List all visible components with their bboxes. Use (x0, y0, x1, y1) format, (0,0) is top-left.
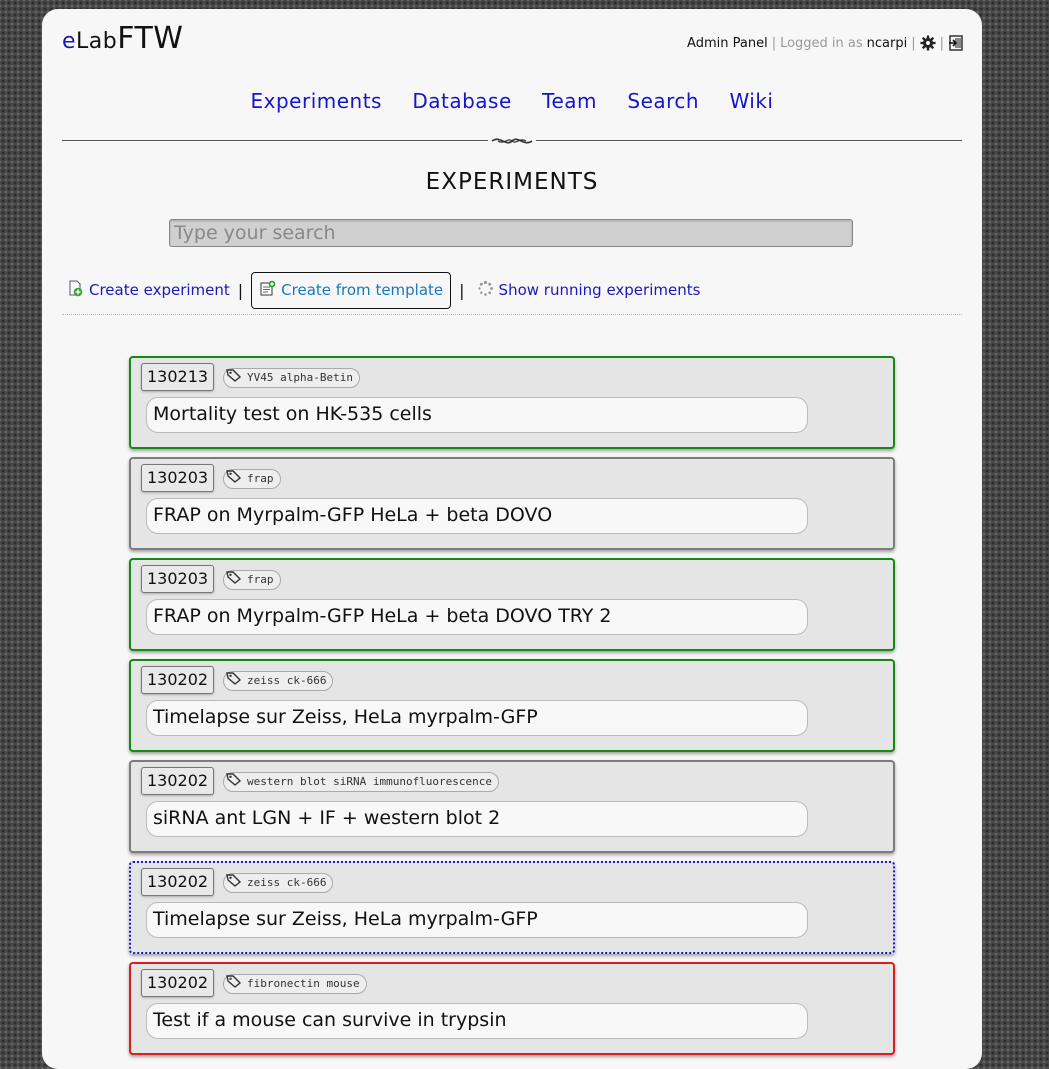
experiment-title[interactable]: Test if a mouse can survive in trypsin (146, 1003, 808, 1039)
app-logo[interactable]: eLabFTW (62, 21, 183, 56)
tag-icon (226, 974, 242, 994)
nav-team[interactable]: Team (542, 89, 597, 113)
tag-text: frap (247, 472, 274, 485)
experiment-title[interactable]: Timelapse sur Zeiss, HeLa myrpalm-GFP (146, 902, 808, 938)
add-document-icon (67, 280, 84, 301)
logo-e: e (62, 29, 77, 54)
logged-in-label: Logged in as (780, 35, 863, 51)
nav-search[interactable]: Search (627, 89, 699, 113)
tag-text: frap (247, 573, 274, 586)
tag-icon (226, 671, 242, 691)
separator: | (939, 35, 944, 51)
nav-experiments[interactable]: Experiments (251, 89, 382, 113)
tag-icon (226, 570, 242, 590)
separator: | (771, 35, 777, 51)
logo-ftw: FTW (117, 21, 184, 56)
show-running-link[interactable]: Show running experiments (477, 280, 701, 301)
user-bar: Admin Panel | Logged in as ncarpi | | (687, 35, 964, 51)
experiment-title[interactable]: Mortality test on HK-535 cells (146, 397, 808, 433)
page-title: EXPERIMENTS (425, 169, 599, 195)
experiment-item[interactable]: 130202 zeiss ck-666 Timelapse sur Zeiss,… (129, 659, 895, 752)
main-nav: Experiments Database Team Search Wiki (42, 89, 982, 113)
username-link[interactable]: ncarpi (867, 36, 908, 51)
tag-badge[interactable]: frap (223, 469, 281, 489)
experiment-date: 130202 (141, 666, 215, 694)
experiment-date: 130202 (141, 969, 215, 997)
experiment-item[interactable]: 130202 zeiss ck-666 Timelapse sur Zeiss,… (129, 861, 895, 954)
tag-icon (226, 873, 242, 893)
separator: | (911, 35, 916, 51)
experiment-title[interactable]: Timelapse sur Zeiss, HeLa myrpalm-GFP (146, 700, 808, 736)
create-from-template-label: Create from template (281, 281, 444, 299)
create-from-template-button[interactable]: Create from template (251, 271, 452, 309)
tag-badge[interactable]: fibronectin mouse (223, 974, 367, 994)
tag-badge[interactable]: YV45 alpha-Betin (223, 368, 360, 388)
template-icon (259, 280, 276, 301)
spinner-icon (477, 280, 494, 301)
experiment-date: 130203 (141, 565, 215, 593)
logout-icon[interactable] (948, 35, 964, 51)
tag-icon (226, 368, 242, 388)
nav-database[interactable]: Database (412, 89, 511, 113)
tag-icon (226, 772, 242, 792)
tag-text: zeiss ck-666 (247, 876, 327, 889)
gear-icon[interactable] (920, 35, 936, 51)
tag-text: fibronectin mouse (247, 977, 360, 990)
tag-badge[interactable]: western blot siRNA immunofluorescence (223, 772, 500, 792)
experiment-title[interactable]: FRAP on Myrpalm-GFP HeLa + beta DOVO TRY… (146, 599, 808, 635)
experiment-item[interactable]: 130202 western blot siRNA immunofluoresc… (129, 760, 895, 853)
experiment-item[interactable]: 130202 fibronectin mouse Test if a mouse… (129, 962, 895, 1055)
tag-badge[interactable]: zeiss ck-666 (223, 873, 334, 893)
page-container: eLabFTW Admin Panel | Logged in as ncarp… (42, 9, 982, 1069)
experiment-title[interactable]: siRNA ant LGN + IF + western blot 2 (146, 801, 808, 837)
show-running-label: Show running experiments (498, 281, 701, 299)
tag-text: western blot siRNA immunofluorescence (247, 775, 493, 788)
experiment-item[interactable]: 130213 YV45 alpha-Betin Mortality test o… (129, 356, 895, 449)
create-experiment-link[interactable]: Create experiment (67, 280, 230, 301)
experiment-date: 130202 (141, 767, 215, 795)
logo-lab: Lab (76, 29, 118, 54)
action-bar: Create experiment | Create from template… (67, 271, 701, 309)
separator: | (459, 280, 465, 300)
admin-panel-link[interactable]: Admin Panel (687, 36, 768, 51)
experiment-date: 130213 (141, 363, 215, 391)
divider-ornament (488, 133, 536, 149)
tag-icon (226, 469, 242, 489)
experiment-date: 130202 (141, 868, 215, 896)
search-input[interactable] (169, 219, 853, 247)
separator: | (237, 280, 244, 300)
tag-text: YV45 alpha-Betin (247, 371, 353, 384)
tag-badge[interactable]: zeiss ck-666 (223, 671, 334, 691)
experiment-title[interactable]: FRAP on Myrpalm-GFP HeLa + beta DOVO (146, 498, 808, 534)
experiment-item[interactable]: 130203 frap FRAP on Myrpalm-GFP HeLa + b… (129, 558, 895, 651)
tag-badge[interactable]: frap (223, 570, 281, 590)
experiment-date: 130203 (141, 464, 215, 492)
create-experiment-label: Create experiment (89, 281, 230, 299)
nav-wiki[interactable]: Wiki (729, 89, 773, 113)
section-divider (62, 314, 962, 315)
experiment-item[interactable]: 130203 frap FRAP on Myrpalm-GFP HeLa + b… (129, 457, 895, 550)
tag-text: zeiss ck-666 (247, 674, 327, 687)
